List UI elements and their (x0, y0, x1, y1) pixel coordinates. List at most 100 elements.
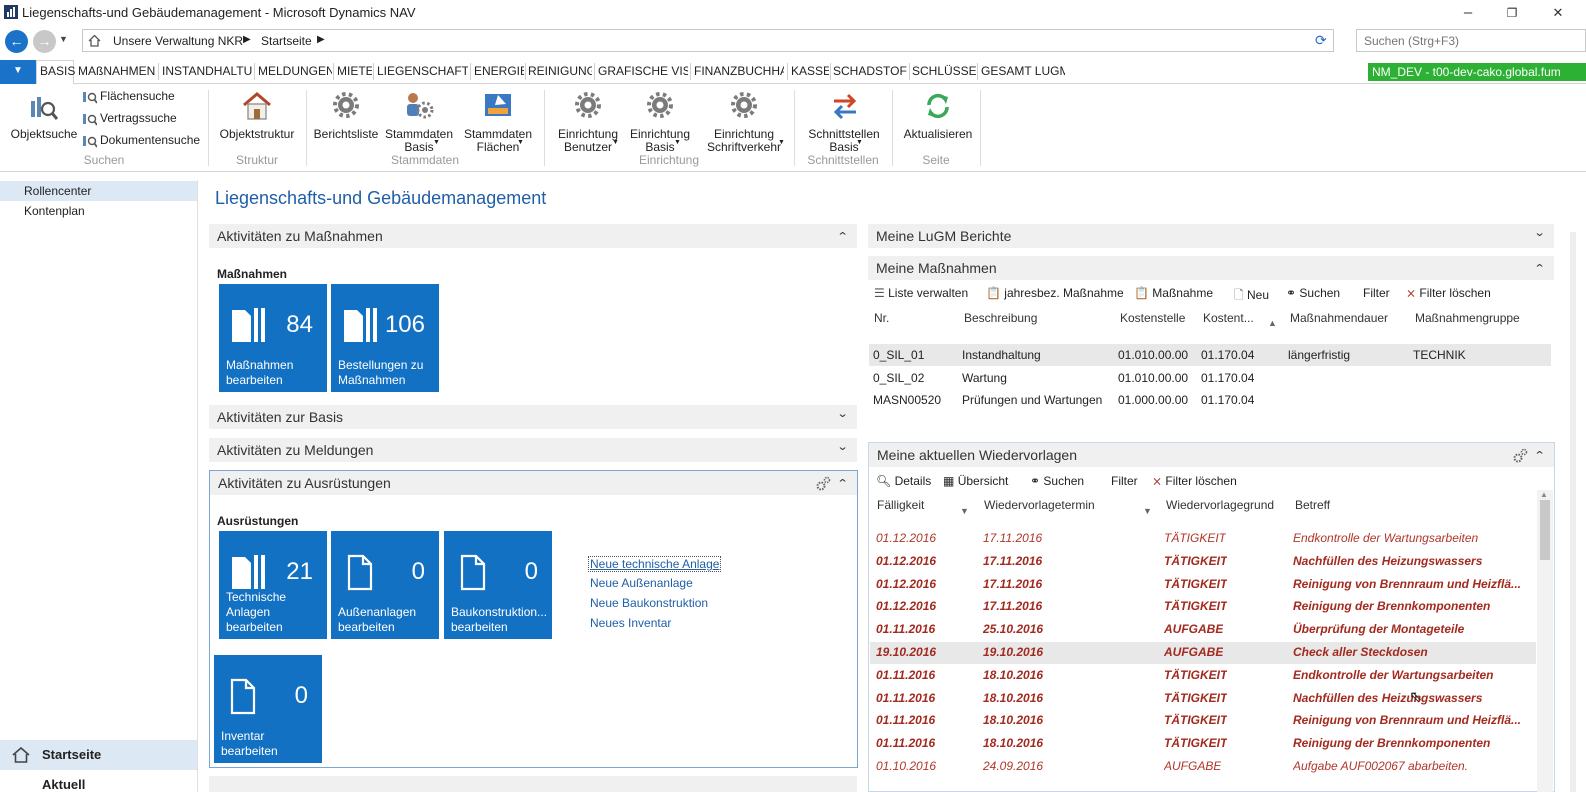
tab-schluessel[interactable]: SCHLÜSSEL (912, 64, 976, 78)
tab-instandhaltung[interactable]: INSTANDHALTUN (162, 64, 252, 78)
tab-finanzbuchhaltung[interactable]: FINANZBUCHHA (694, 64, 784, 78)
einrichtung-basis-button[interactable]: Einrichtung Basis (624, 88, 696, 154)
column-header-massnahmengruppe[interactable]: Maßnahmengruppe (1415, 311, 1520, 325)
column-header-wiedervorlagetermin[interactable]: Wiedervorlagetermin (984, 498, 1095, 512)
section-header-massnahmen[interactable]: Aktivitäten zu Maßnahmen ⌃ (209, 224, 857, 248)
gears-icon[interactable] (1512, 448, 1528, 464)
forward-button[interactable]: → (33, 30, 56, 53)
column-header-nr[interactable]: Nr. (874, 311, 889, 325)
address-field[interactable]: Unsere Verwaltung NKR ▶ Startseite ▶ ⟳ (82, 29, 1334, 52)
refresh-icon[interactable]: ⟳ (1315, 32, 1327, 49)
section-header-basis[interactable]: Aktivitäten zur Basis ⌄ (209, 405, 857, 429)
dokumentensuche-button[interactable]: Dokumentensuche (82, 132, 202, 150)
vertragssuche-button[interactable]: Vertragssuche (82, 110, 202, 128)
stammdaten-flaechen-button[interactable]: Stammdaten Flächen (460, 88, 536, 154)
section-header-next[interactable] (209, 776, 857, 792)
exchange-arrows-icon (833, 93, 857, 120)
column-header-kostentraeger[interactable]: Kostent... (1203, 311, 1254, 325)
filter-loeschen-button[interactable]: ⨯ Filter löschen (1152, 474, 1237, 488)
tab-gesamt-lugm[interactable]: GESAMT LUGM (981, 64, 1065, 78)
liste-verwalten-button[interactable]: ☰ Liste verwalten (874, 286, 968, 300)
section-header-wiedervorlagen[interactable]: Meine aktuellen Wiedervorlagen ⌃ (869, 443, 1554, 467)
filter-loeschen-button[interactable]: ⨯ Filter löschen (1406, 286, 1491, 300)
suchen-button[interactable]: ⚭ Suchen (1030, 474, 1084, 488)
tab-reinigung[interactable]: REINIGUNG (528, 64, 592, 78)
close-button[interactable]: ✕ (1536, 2, 1580, 24)
scrollbar[interactable]: ▲ (1537, 490, 1553, 792)
tile-aussenanlagen[interactable]: 0 Außenanlagen bearbeiten (331, 531, 439, 639)
tile-massnahmen-bearbeiten[interactable]: 84 Maßnahmen bearbeiten (219, 284, 327, 392)
tab-massnahmen[interactable]: MAßNAHMEN (78, 64, 156, 78)
massnahme-button[interactable]: 📋 Maßnahme (1134, 286, 1213, 300)
filter-button[interactable]: Filter (1111, 474, 1138, 488)
section-header-meine-massnahmen[interactable]: Meine Maßnahmen ⌃ (868, 256, 1554, 280)
link-neue-aussenanlage[interactable]: Neue Außenanlage (590, 576, 693, 590)
column-header-betreff[interactable]: Betreff (1295, 498, 1330, 512)
link-neue-technische-anlage[interactable]: Neue technische Anlage (588, 556, 722, 572)
neu-button[interactable]: 🗋 Neu (1234, 286, 1269, 307)
back-button[interactable]: ← (5, 30, 28, 53)
tab-liegenschaften[interactable]: LIEGENSCHAFTSI (377, 64, 468, 78)
tab-kasse[interactable]: KASSE (791, 64, 829, 78)
berichtsliste-button[interactable]: Berichtsliste (312, 88, 380, 146)
section-header-lugm-berichte[interactable]: Meine LuGM Berichte ⌄ (868, 224, 1554, 248)
section-header-ausruestungen[interactable]: Aktivitäten zu Ausrüstungen ⌃ (210, 471, 857, 495)
filter-button[interactable]: Filter (1363, 286, 1390, 300)
chevron-down-icon[interactable]: ⌄ (1533, 226, 1545, 239)
chevron-up-icon[interactable]: ⌃ (836, 477, 848, 490)
scroll-up-icon[interactable]: ▲ (1540, 490, 1548, 499)
tab-meldungen[interactable]: MELDUNGEN (258, 64, 332, 78)
link-neues-inventar[interactable]: Neues Inventar (590, 616, 671, 630)
history-dropdown-icon[interactable]: ▼ (59, 34, 68, 44)
nav-item-kontenplan[interactable]: Kontenplan (0, 201, 197, 221)
uebersicht-button[interactable]: ▦ Übersicht (943, 474, 1008, 488)
dropdown-arrow-icon: ▼ (612, 139, 619, 146)
nav-item-rollencenter[interactable]: Rollencenter (0, 181, 197, 201)
scrollbar-thumb[interactable] (1540, 500, 1550, 560)
stammdaten-basis-button[interactable]: Stammdaten Basis (382, 88, 456, 154)
nav-startseite[interactable]: Startseite (0, 740, 197, 770)
column-header-massnahmendauer[interactable]: Maßnahmendauer (1290, 311, 1388, 325)
tab-miete[interactable]: MIETE (337, 64, 372, 78)
schnittstellen-basis-button[interactable]: Schnittstellen Basis (800, 88, 888, 154)
tile-bestellungen-massnahmen[interactable]: 106 Bestellungen zu Maßnahmen (331, 284, 439, 392)
chevron-up-icon[interactable]: ⌃ (1533, 449, 1545, 462)
column-header-beschreibung[interactable]: Beschreibung (964, 311, 1037, 325)
nav-aktuell[interactable]: Aktuell (0, 774, 197, 792)
column-header-wiedervorlagegrund[interactable]: Wiedervorlagegrund (1166, 498, 1274, 512)
group-label-struktur: Struktur (235, 153, 278, 167)
jahresbez-massnahme-button[interactable]: 📋 jahresbez. Maßnahme (986, 286, 1124, 300)
einrichtung-schriftverkehr-button[interactable]: Einrichtung Schriftverkehr (700, 88, 788, 154)
chevron-down-icon[interactable]: ⌄ (836, 407, 848, 420)
column-header-faelligkeit[interactable]: Fälligkeit (877, 498, 924, 512)
chevron-down-icon[interactable]: ⌄ (836, 440, 848, 453)
breadcrumb-company[interactable]: Unsere Verwaltung NKR (113, 34, 243, 48)
search-input[interactable] (1356, 29, 1586, 52)
flaechensuche-button[interactable]: Flächensuche (82, 88, 202, 106)
tile-inventar[interactable]: 0 Inventar bearbeiten (214, 655, 322, 763)
details-button[interactable]: 🔍︎ Details (876, 474, 931, 488)
chevron-up-icon[interactable]: ⌃ (1533, 262, 1545, 275)
app-menu-button[interactable]: ▼ (0, 60, 36, 84)
chevron-up-icon[interactable]: ⌃ (836, 230, 848, 243)
tab-energie[interactable]: ENERGIE (474, 64, 524, 78)
tab-schadstoff[interactable]: SCHADSTOFF (833, 64, 907, 78)
objektstruktur-button[interactable]: Objektstruktur (214, 88, 300, 146)
tile-baukonstruktionen[interactable]: 0 Baukonstruktion... bearbeiten (444, 531, 552, 639)
column-header-kostenstelle[interactable]: Kostenstelle (1120, 311, 1185, 325)
link-neue-baukonstruktion[interactable]: Neue Baukonstruktion (590, 596, 708, 610)
tab-grafische-visu[interactable]: GRAFISCHE VISU (598, 64, 688, 78)
breadcrumb-startseite[interactable]: Startseite (261, 34, 312, 48)
aktualisieren-button[interactable]: Aktualisieren (898, 88, 978, 146)
maximize-button[interactable]: ❐ (1490, 2, 1534, 24)
refresh-icon (927, 93, 949, 119)
suchen-button[interactable]: ⚭ Suchen (1286, 286, 1340, 300)
tab-basis[interactable]: BASIS (40, 64, 75, 78)
page-scrollbar[interactable] (1570, 232, 1576, 792)
tile-technische-anlagen[interactable]: 21 Technische Anlagen bearbeiten (219, 531, 327, 639)
tab-divider (470, 63, 471, 80)
section-header-meldungen[interactable]: Aktivitäten zu Meldungen ⌄ (209, 438, 857, 462)
minimize-button[interactable]: – (1446, 2, 1490, 24)
objektsuche-button[interactable]: Objektsuche (6, 88, 82, 146)
gears-icon[interactable] (815, 476, 831, 492)
